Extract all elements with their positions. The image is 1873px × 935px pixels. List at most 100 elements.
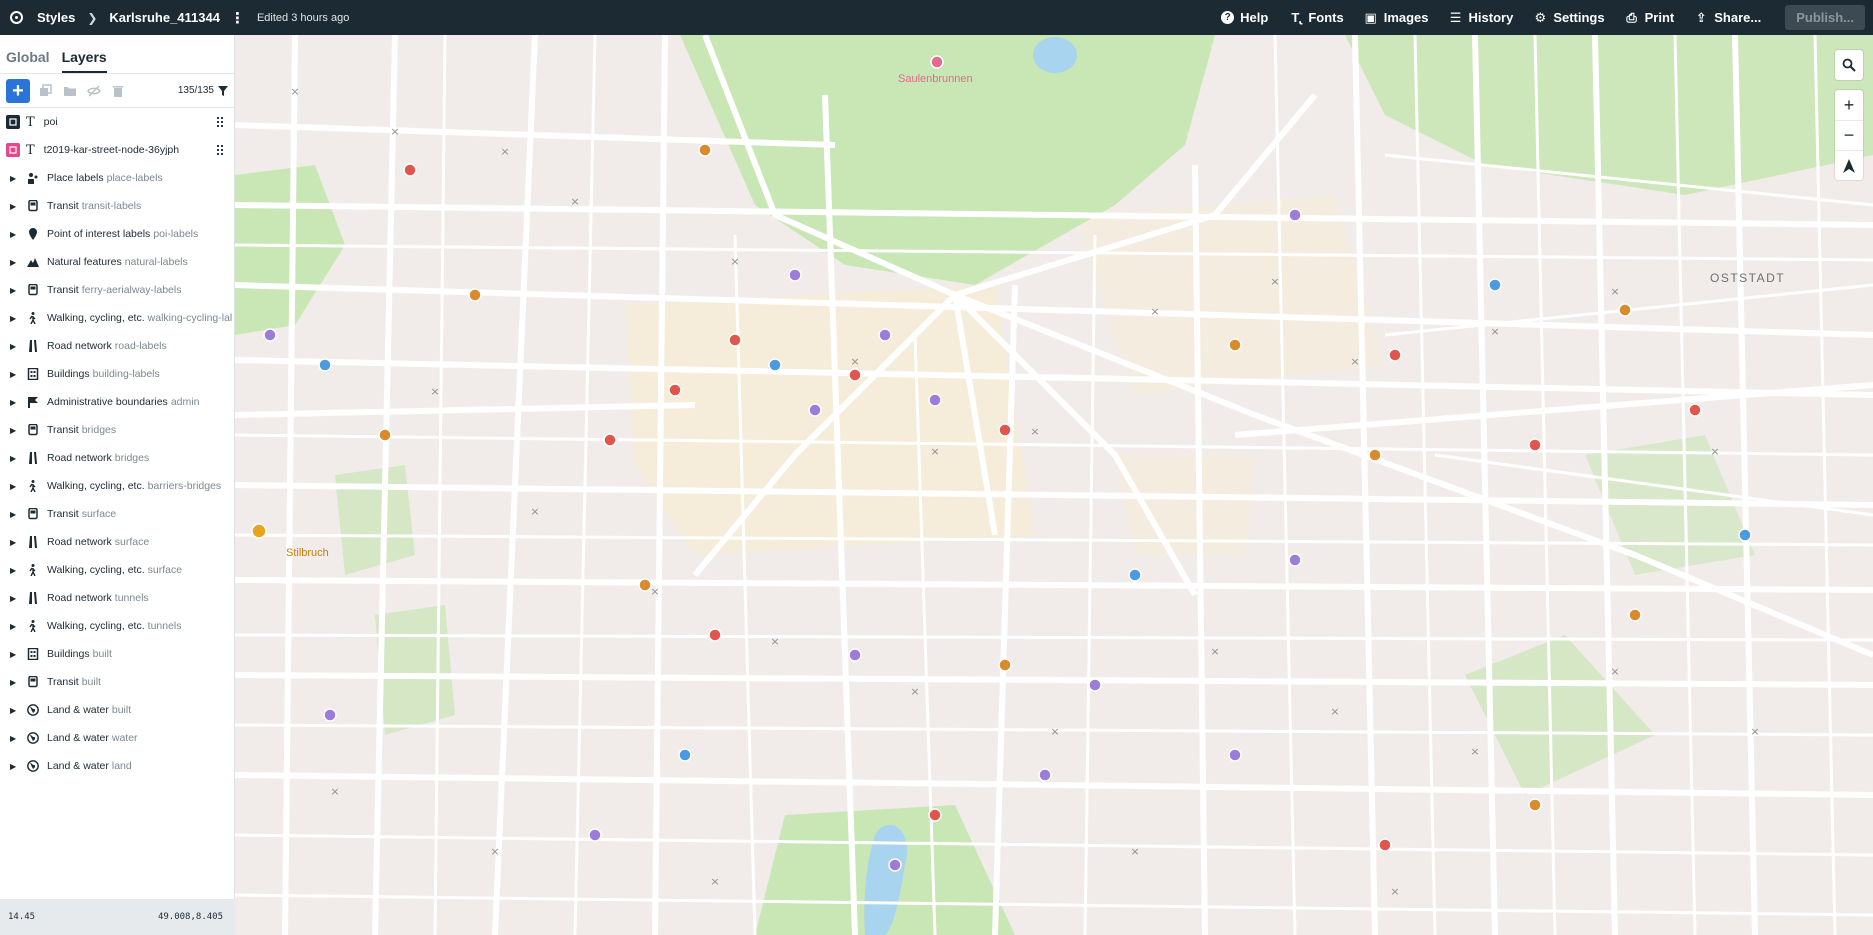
share-button[interactable]: ⇪ Share... [1694,10,1761,26]
layer-group-row[interactable]: ▶ Natural features natural-labels [0,248,234,276]
add-layer-button[interactable]: + [6,78,30,103]
bus-icon [27,676,39,688]
layer-group-row[interactable]: ▶ Buildings built [0,640,234,668]
street-node-icon: × [850,355,859,368]
expand-caret-icon[interactable]: ▶ [10,426,17,435]
poi-marker-icon [768,358,782,372]
tab-global[interactable]: Global [6,49,50,73]
filter-icon[interactable] [218,85,228,96]
share-icon: ⇪ [1695,9,1707,25]
layer-group-row[interactable]: ▶ Land & water built [0,696,234,724]
gear-icon: ⚙ [1534,9,1547,25]
street-node-icon: × [1210,645,1219,658]
map-base: × × × × × × × × × × × × × × × × × × × × × × × × × × × × × × [235,35,1873,935]
expand-caret-icon[interactable]: ▶ [10,538,17,547]
history-button[interactable]: ☰ History [1449,10,1514,26]
walk-icon [27,480,39,492]
logo-icon[interactable] [10,11,23,24]
map-search-button[interactable] [1835,50,1863,80]
poi-marker-icon [1288,208,1302,222]
street-node-icon: × [1350,355,1359,368]
layer-group-row[interactable]: ▶ Transit built [0,668,234,696]
styles-link[interactable]: Styles [37,10,75,25]
expand-caret-icon[interactable]: ▶ [10,510,17,519]
layer-group-row[interactable]: ▶ Road network tunnels [0,584,234,612]
street-node-icon: × [650,585,659,598]
expand-caret-icon[interactable]: ▶ [10,258,17,267]
trash-icon[interactable] [110,84,126,98]
hide-icon[interactable] [86,84,102,98]
images-button[interactable]: ▣ Images [1364,10,1429,26]
layer-group-row[interactable]: ▶ Walking, cycling, etc. surface [0,556,234,584]
expand-caret-icon[interactable]: ▶ [10,286,17,295]
help-button[interactable]: ? Help [1221,10,1268,25]
expand-caret-icon[interactable]: ▶ [10,454,17,463]
layer-row-street-node[interactable]: T t2019-kar-street-node-36yjph [0,136,234,164]
layer-group-row[interactable]: ▶ Walking, cycling, etc. tunnels [0,612,234,640]
street-node-icon: × [390,125,399,138]
expand-caret-icon[interactable]: ▶ [10,706,17,715]
map-canvas[interactable]: × × × × × × × × × × × × × × × × × × × × × × × × × × × × × × Saulenbru… [235,35,1873,935]
layer-group-row[interactable]: ▶ Transit ferry-aerialway-labels [0,276,234,304]
settings-button[interactable]: ⚙ Settings [1533,10,1604,26]
tab-layers[interactable]: Layers [61,49,107,73]
layer-group-row[interactable]: ▶ Transit bridges [0,416,234,444]
style-name[interactable]: Karlsruhe_411344 [109,10,220,25]
expand-caret-icon[interactable]: ▶ [10,370,17,379]
zoom-out-button[interactable]: − [1835,120,1863,150]
fonts-icon: T̢ [1291,10,1300,25]
fonts-button[interactable]: T̢ Fonts [1288,10,1343,25]
flag-icon [27,396,39,408]
layer-group-row[interactable]: ▶ Administrative boundaries admin [0,388,234,416]
street-node-icon: × [530,505,539,518]
poi-marker-icon [1528,798,1542,812]
expand-caret-icon[interactable]: ▶ [10,230,17,239]
expand-caret-icon[interactable]: ▶ [10,650,17,659]
layer-group-row[interactable]: ▶ Walking, cycling, etc. walking-cycling-l… [0,304,234,332]
expand-caret-icon[interactable]: ▶ [10,342,17,351]
zoom-in-button[interactable]: + [1835,90,1863,120]
expand-caret-icon[interactable]: ▶ [10,594,17,603]
folder-icon[interactable] [62,84,78,98]
street-node-icon: × [570,195,579,208]
layer-group-row[interactable]: ▶ Walking, cycling, etc. barriers-bridges [0,472,234,500]
layer-group-row[interactable]: ▶ Transit surface [0,500,234,528]
expand-caret-icon[interactable]: ▶ [10,566,17,575]
layer-group-row[interactable]: ▶ Road network bridges [0,444,234,472]
layer-group-row[interactable]: ▶ Land & water land [0,752,234,780]
layer-group-sub: road-labels [114,340,167,352]
expand-caret-icon[interactable]: ▶ [10,622,17,631]
expand-caret-icon[interactable]: ▶ [10,398,17,407]
street-node-icon: × [1490,325,1499,338]
layer-group-sub: surface [147,564,183,576]
layer-group-sub: building-labels [92,368,160,380]
expand-caret-icon[interactable]: ▶ [10,762,17,771]
expand-caret-icon[interactable]: ▶ [10,678,17,687]
drag-handle-icon[interactable] [216,144,224,156]
print-button[interactable]: ⎙ Print [1625,10,1674,26]
expand-caret-icon[interactable]: ▶ [10,174,17,183]
layer-group-row[interactable]: ▶ Road network surface [0,528,234,556]
duplicate-icon[interactable] [38,83,54,98]
publish-button[interactable]: Publish... [1785,5,1865,30]
layer-group-row[interactable]: ▶ Place labels place-labels [0,164,234,192]
expand-caret-icon[interactable]: ▶ [10,202,17,211]
layer-group-row[interactable]: ▶ Land & water water [0,724,234,752]
compass-button[interactable] [1835,150,1863,180]
expand-caret-icon[interactable]: ▶ [10,734,17,743]
map-nav-control: + − [1835,90,1863,180]
expand-caret-icon[interactable]: ▶ [10,482,17,491]
expand-caret-icon[interactable]: ▶ [10,314,17,323]
poi-marker-icon [1288,553,1302,567]
layer-group-row[interactable]: ▶ Buildings building-labels [0,360,234,388]
more-options-icon[interactable]: ⋮ [230,9,245,27]
layer-group-row[interactable]: ▶ Point of interest labels poi-labels [0,220,234,248]
poi-marker-icon [808,403,822,417]
park-label: Saulenbrunnen [898,73,973,85]
layer-row-poi[interactable]: T poi [0,108,234,136]
drag-handle-icon[interactable] [216,116,224,128]
layer-group-row[interactable]: ▶ Road network road-labels [0,332,234,360]
layer-group-sub: transit-labels [81,200,142,212]
poi-marker-icon [1038,768,1052,782]
layer-group-row[interactable]: ▶ Transit transit-labels [0,192,234,220]
